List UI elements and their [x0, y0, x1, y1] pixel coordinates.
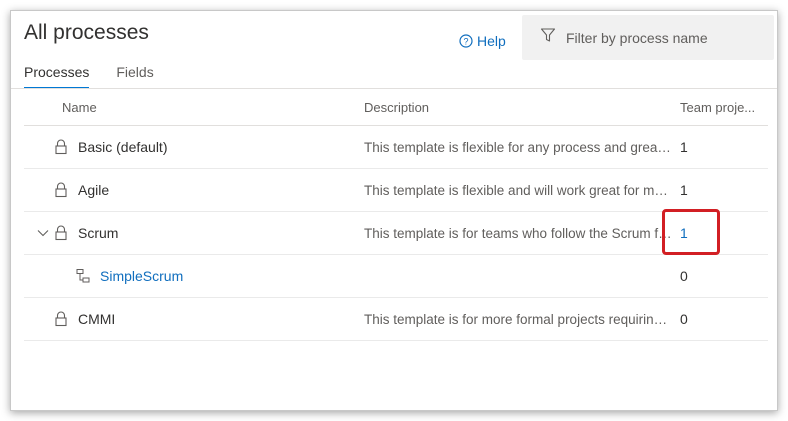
column-header-description[interactable]: Description [364, 100, 680, 115]
processes-panel: All processes ? Help Processes Fields Na… [10, 10, 778, 411]
name-cell: SimpleScrum [24, 268, 364, 284]
filter-input[interactable] [566, 29, 756, 46]
table-row[interactable]: Basic (default) This template is flexibl… [24, 126, 768, 169]
chevron-down-icon[interactable] [32, 229, 54, 237]
lock-icon [54, 182, 68, 198]
team-projects-count: 1 [680, 182, 688, 198]
svg-text:?: ? [463, 37, 468, 47]
help-icon: ? [459, 34, 473, 48]
process-name: Agile [78, 182, 110, 198]
processes-grid: Name Description Team proje... Basic (de… [24, 89, 768, 341]
process-description: This template is for more formal project… [364, 311, 680, 327]
tab-processes[interactable]: Processes [24, 64, 90, 89]
name-cell: CMMI [24, 311, 364, 327]
lock-icon [54, 225, 68, 241]
name-cell: Basic (default) [24, 139, 364, 155]
process-description: This template is for teams who follow th… [364, 225, 680, 241]
team-projects-count: 0 [680, 268, 688, 284]
process-description: This template is flexible for any proces… [364, 139, 680, 155]
page-title: All processes [24, 21, 149, 44]
column-header-name[interactable]: Name [24, 100, 364, 115]
lock-icon [54, 139, 68, 155]
help-label: Help [477, 33, 506, 49]
process-name: Scrum [78, 225, 119, 241]
help-link[interactable]: ? Help [459, 33, 506, 49]
highlight-callout [662, 209, 720, 255]
filter-box[interactable] [522, 15, 774, 60]
tab-fields[interactable]: Fields [116, 64, 153, 89]
lock-icon [54, 311, 68, 327]
team-projects-count: 0 [680, 311, 688, 327]
inherited-process-icon [76, 268, 90, 284]
team-projects-count: 1 [680, 139, 688, 155]
process-name: Basic (default) [78, 139, 168, 155]
table-row[interactable]: CMMI This template is for more formal pr… [24, 298, 768, 341]
grid-header: Name Description Team proje... [24, 89, 768, 126]
table-row[interactable]: Scrum This template is for teams who fol… [24, 212, 768, 255]
process-name: CMMI [78, 311, 116, 327]
process-description: This template is flexible and will work … [364, 182, 680, 198]
tab-bar: Processes Fields [24, 64, 154, 89]
name-cell: Agile [24, 182, 364, 198]
process-name-link[interactable]: SimpleScrum [100, 268, 183, 284]
filter-icon [540, 27, 556, 48]
column-header-team-projects[interactable]: Team proje... [680, 100, 768, 115]
table-row[interactable]: SimpleScrum 0 [24, 255, 768, 298]
name-cell: Scrum [24, 225, 364, 241]
table-row[interactable]: Agile This template is flexible and will… [24, 169, 768, 212]
